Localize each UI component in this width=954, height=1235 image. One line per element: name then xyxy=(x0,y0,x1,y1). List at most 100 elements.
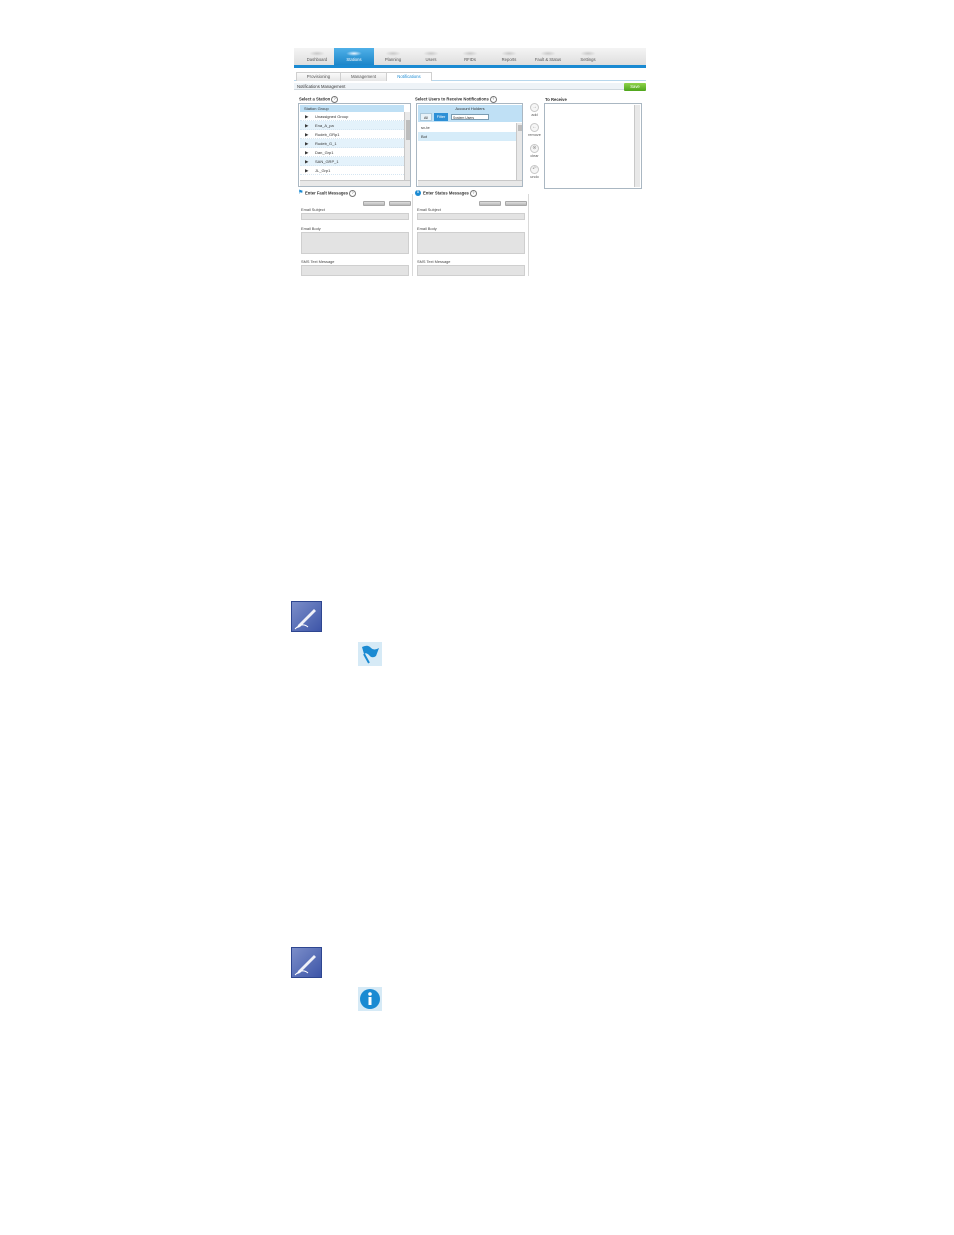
list-item[interactable]: ▶ SAN_GRP_1 xyxy=(300,157,404,166)
scroll-thumb[interactable] xyxy=(406,120,410,140)
pen-icon xyxy=(294,609,316,630)
tab-notifications[interactable]: Notifications xyxy=(386,72,432,81)
nav-planning[interactable]: Planning xyxy=(373,48,413,65)
status-sms-field[interactable] xyxy=(417,265,525,276)
users-hscroll[interactable] xyxy=(418,180,522,186)
account-holders-header: Account Holders xyxy=(418,105,522,112)
list-item[interactable]: ▶ Unassigned Group xyxy=(300,112,404,121)
users-vscroll[interactable] xyxy=(516,123,522,180)
nav-fault-status[interactable]: Fault & Status xyxy=(528,48,568,65)
status-info-icon: i xyxy=(415,190,421,196)
expand-arrow-icon[interactable]: ▶ xyxy=(305,148,308,157)
station-vscroll[interactable] xyxy=(404,112,410,180)
fault-email-body-field[interactable] xyxy=(301,232,409,254)
expand-arrow-icon[interactable]: ▶ xyxy=(305,166,308,175)
list-item[interactable]: ▶ JL_Grp1 xyxy=(300,166,404,175)
fault-flag-icon xyxy=(358,642,382,666)
notifications-screenshot: Dashboard Stations Planning Users RFIDs … xyxy=(294,48,646,276)
flag-icon xyxy=(362,645,379,664)
planning-icon xyxy=(385,51,401,56)
nav-dashboard[interactable]: Dashboard xyxy=(297,48,337,65)
filter-select[interactable]: System Users xyxy=(451,114,489,120)
nav-reports[interactable]: Reports xyxy=(489,48,529,65)
status-email-subject-field[interactable] xyxy=(417,213,525,220)
status-messages-label: Enter Status Messages? xyxy=(423,190,477,197)
reports-icon xyxy=(501,51,517,56)
fault-template-button[interactable] xyxy=(389,201,411,206)
arrow-left-icon: ← xyxy=(530,123,539,132)
tab-management[interactable]: Management xyxy=(340,72,387,81)
station-group-header: Station Group xyxy=(300,105,404,112)
tab-all[interactable]: All xyxy=(420,113,432,121)
clear-icon: ⊗ xyxy=(530,144,539,153)
arrow-right-icon: → xyxy=(530,103,539,112)
list-item[interactable]: ▶ Ena_A_pa xyxy=(300,121,404,130)
status-email-subject-label: Email Subject xyxy=(417,207,441,212)
to-receive-label: To Receive xyxy=(545,97,567,102)
expand-arrow-icon[interactable]: ▶ xyxy=(305,130,308,139)
dashboard-icon xyxy=(309,51,325,56)
sub-tabs: Provisioning Management Notifications xyxy=(294,71,646,81)
settings-icon xyxy=(580,51,596,56)
list-item[interactable]: sv-te xyxy=(418,123,516,132)
page-title: Notifications Management xyxy=(294,83,624,90)
stations-icon xyxy=(346,51,362,56)
add-button[interactable]: → add xyxy=(526,103,543,117)
nav-stations[interactable]: Stations xyxy=(334,48,374,65)
divider xyxy=(412,194,413,276)
fault-sms-field[interactable] xyxy=(301,265,409,276)
users-icon xyxy=(423,51,439,56)
tab-provisioning[interactable]: Provisioning xyxy=(296,72,341,81)
note-pen-icon xyxy=(291,601,322,632)
nav-underline xyxy=(294,65,646,68)
nav-settings[interactable]: Settings xyxy=(568,48,608,65)
help-icon[interactable]: ? xyxy=(349,190,357,197)
expand-arrow-icon[interactable]: ▶ xyxy=(305,139,308,148)
select-station-label: Select a Station? xyxy=(299,96,339,103)
fault-sms-label: SMS Text Message xyxy=(301,259,335,264)
account-holders-list: Account Holders All Filter System Users … xyxy=(416,103,523,187)
expand-arrow-icon[interactable]: ▶ xyxy=(305,157,308,166)
remove-button[interactable]: ← remove xyxy=(526,123,543,137)
fault-email-body-label: Email Body xyxy=(301,226,321,231)
info-circle-icon xyxy=(360,989,380,1009)
rfid-icon xyxy=(462,51,478,56)
fault-flag-icon: ⚑ xyxy=(298,190,304,196)
divider xyxy=(528,194,529,276)
list-item[interactable]: ▶ Rudeb_G_1 xyxy=(300,139,404,148)
status-sms-label: SMS Text Message xyxy=(417,259,451,264)
help-icon[interactable]: ? xyxy=(469,190,477,197)
select-users-label: Select Users to Receive Notifications? xyxy=(415,96,497,103)
status-email-body-label: Email Body xyxy=(417,226,437,231)
list-item[interactable]: Bot xyxy=(418,132,516,141)
tab-filter[interactable]: Filter xyxy=(434,113,448,121)
help-icon[interactable]: ? xyxy=(331,96,339,103)
info-icon xyxy=(358,987,382,1011)
nav-users[interactable]: Users xyxy=(411,48,451,65)
fault-status-icon xyxy=(540,51,556,56)
fault-insert-button[interactable] xyxy=(363,201,385,206)
expand-arrow-icon[interactable]: ▶ xyxy=(305,121,308,130)
list-item[interactable]: ▶ Dan_Grp1 xyxy=(300,148,404,157)
station-list: Station Group ▶ Unassigned Group ▶ Ena_A_p… xyxy=(298,103,411,187)
fault-messages-label: Enter Fault Messages? xyxy=(305,190,357,197)
scroll-thumb[interactable] xyxy=(518,125,522,131)
station-hscroll[interactable] xyxy=(300,180,410,186)
expand-arrow-icon[interactable]: ▶ xyxy=(305,112,308,121)
clear-button[interactable]: ⊗ clear xyxy=(526,144,543,158)
pen-icon xyxy=(294,955,316,976)
undo-button[interactable]: ↶ undo xyxy=(526,165,543,179)
receive-vscroll[interactable] xyxy=(634,105,640,187)
nav-rfids[interactable]: RFIDs xyxy=(450,48,490,65)
status-insert-button[interactable] xyxy=(479,201,501,206)
undo-icon: ↶ xyxy=(530,165,539,174)
note-pen-icon xyxy=(291,947,322,978)
status-email-body-field[interactable] xyxy=(417,232,525,254)
fault-email-subject-field[interactable] xyxy=(301,213,409,220)
status-template-button[interactable] xyxy=(505,201,527,206)
help-icon[interactable]: ? xyxy=(489,96,497,103)
save-button[interactable]: Save xyxy=(624,83,646,91)
filter-bar: All Filter System Users xyxy=(418,112,522,122)
list-item[interactable]: ▶ Rudeb_GRp1 xyxy=(300,130,404,139)
to-receive-list xyxy=(544,103,642,189)
